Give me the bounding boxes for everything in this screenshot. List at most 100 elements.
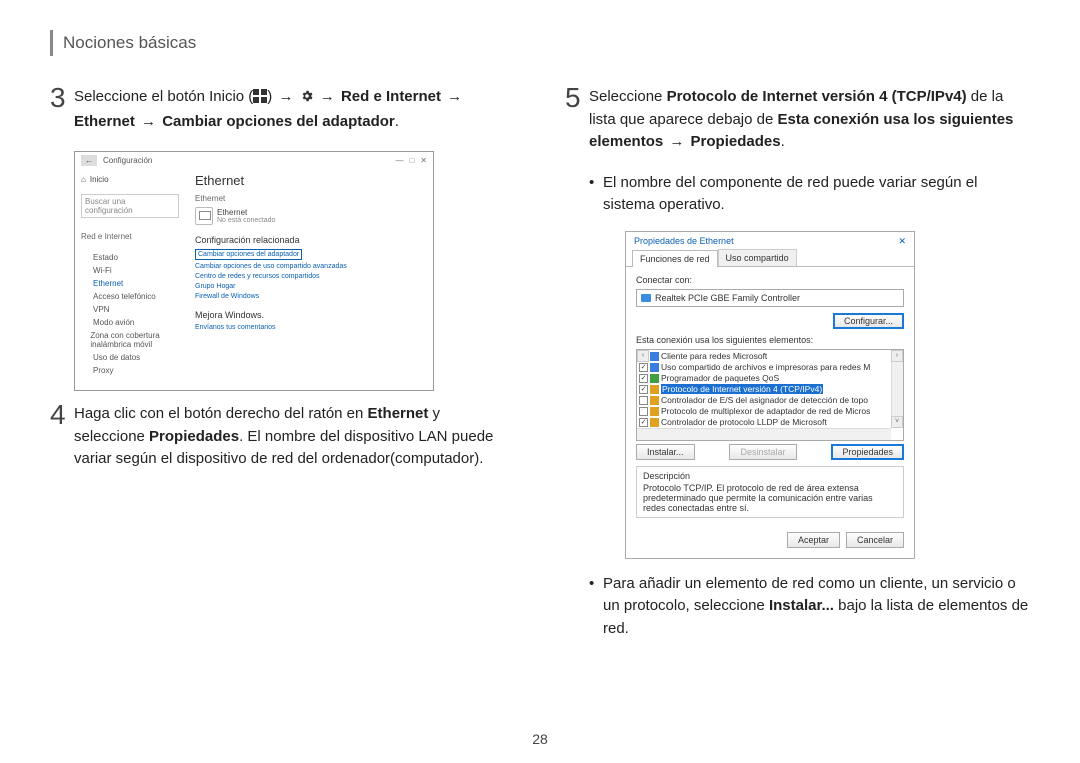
scroll-down-button[interactable]: ˅ bbox=[891, 416, 903, 428]
settings-link[interactable]: Centro de redes y recursos compartidos bbox=[195, 273, 423, 280]
settings-link[interactable]: Grupo Hogar bbox=[195, 283, 423, 290]
component-label: Uso compartido de archivos e impresoras … bbox=[661, 362, 870, 372]
uses-label: Esta conexión usa los siguientes element… bbox=[636, 335, 904, 345]
settings-main: Ethernet Ethernet Ethernet No está conec… bbox=[185, 169, 433, 390]
bullet-dot: • bbox=[589, 573, 603, 641]
sidebar-item[interactable]: Acceso telefónico bbox=[81, 290, 179, 303]
home-item[interactable]: ⌂ Inicio bbox=[81, 173, 179, 186]
step-text: Seleccione Protocolo de Internet versión… bbox=[589, 86, 1030, 154]
component-item[interactable]: ✓Controlador de protocolo LLDP de Micros… bbox=[637, 417, 903, 428]
sidebar-item-label: VPN bbox=[93, 305, 109, 314]
sidebar-item[interactable]: Ethernet bbox=[81, 277, 179, 290]
sidebar-item[interactable]: VPN bbox=[81, 303, 179, 316]
sidebar-item-label: Zona con cobertura inalámbrica móvil bbox=[90, 331, 179, 349]
component-item[interactable]: Protocolo de multiplexor de adaptador de… bbox=[637, 406, 903, 417]
component-item[interactable]: ✓Programador de paquetes QoS bbox=[637, 373, 903, 384]
component-item[interactable]: ✓ Protocolo de Internet versión 4 (TCP/IP… bbox=[637, 384, 903, 395]
adapter-field: Realtek PCIe GBE Family Controller bbox=[636, 289, 904, 307]
nav-icon bbox=[81, 293, 89, 301]
component-icon bbox=[650, 418, 659, 427]
nav-icon bbox=[81, 336, 86, 344]
accept-button[interactable]: Aceptar bbox=[787, 532, 840, 548]
bullet-dot: • bbox=[589, 172, 603, 217]
settings-sidebar: ⌂ Inicio Buscar una configuración Red e … bbox=[75, 169, 185, 390]
checkbox[interactable]: ✓ bbox=[639, 385, 648, 394]
sidebar-item[interactable]: Zona con cobertura inalámbrica móvil bbox=[81, 329, 179, 351]
sidebar-item[interactable]: Uso de datos bbox=[81, 351, 179, 364]
component-icon bbox=[650, 407, 659, 416]
sidebar-item-label: Modo avión bbox=[93, 318, 134, 327]
scroll-left-button[interactable]: ‹ bbox=[637, 350, 649, 362]
related-section: Configuración relacionada bbox=[195, 235, 423, 245]
description-box: Descripción Protocolo TCP/IP. El protoco… bbox=[636, 466, 904, 518]
left-column: 3 Seleccione el botón Inicio () → → Red … bbox=[50, 86, 515, 650]
uninstall-button[interactable]: Desinstalar bbox=[729, 444, 796, 460]
main-title: Ethernet bbox=[195, 173, 423, 188]
dialog-title: Propiedades de Ethernet bbox=[634, 236, 734, 247]
component-icon bbox=[650, 363, 659, 372]
component-label: Protocolo de multiplexor de adaptador de… bbox=[661, 406, 870, 416]
nav-icon bbox=[81, 306, 89, 314]
step-text: Seleccione el botón Inicio () → → Red e … bbox=[74, 86, 515, 133]
sidebar-item[interactable]: Modo avión bbox=[81, 316, 179, 329]
tab-sharing[interactable]: Uso compartido bbox=[718, 249, 797, 266]
checkbox[interactable] bbox=[639, 407, 648, 416]
component-label: Cliente para redes Microsoft bbox=[661, 351, 767, 361]
bullet-note-1: • El nombre del componente de red puede … bbox=[589, 172, 1030, 217]
tab-networking[interactable]: Funciones de red bbox=[632, 250, 718, 267]
component-item[interactable]: Controlador de E/S del asignador de dete… bbox=[637, 395, 903, 406]
ethernet-properties-dialog: Propiedades de Ethernet ✕ Funciones de r… bbox=[625, 231, 915, 559]
scrollbar-horizontal[interactable] bbox=[637, 428, 891, 440]
sidebar-item-label: Ethernet bbox=[93, 279, 123, 288]
checkbox[interactable] bbox=[639, 396, 648, 405]
right-column: 5 Seleccione Protocolo de Internet versi… bbox=[565, 86, 1030, 650]
connect-with-label: Conectar con: bbox=[636, 275, 904, 285]
titlebar: ← Configuración — □ ✕ bbox=[75, 152, 433, 169]
home-icon: ⌂ bbox=[81, 175, 86, 184]
close-button[interactable]: ✕ bbox=[420, 156, 427, 165]
page-number: 28 bbox=[0, 731, 1080, 747]
minimize-button[interactable]: — bbox=[395, 156, 403, 165]
settings-link[interactable]: Firewall de Windows bbox=[195, 293, 423, 300]
component-item[interactable]: ✓Cliente para redes Microsoft bbox=[637, 351, 903, 362]
component-item[interactable]: ✓ Uso compartido de archivos e impresoras… bbox=[637, 362, 903, 373]
component-icon bbox=[650, 385, 659, 394]
component-icon bbox=[650, 352, 659, 361]
sidebar-item-label: Wi-Fi bbox=[93, 266, 112, 275]
sidebar-item[interactable]: Proxy bbox=[81, 364, 179, 377]
ethernet-row[interactable]: Ethernet No está conectado bbox=[195, 207, 423, 225]
cancel-button[interactable]: Cancelar bbox=[846, 532, 904, 548]
properties-button[interactable]: Propiedades bbox=[831, 444, 904, 460]
step-number: 5 bbox=[565, 84, 589, 112]
nav-icon bbox=[81, 267, 89, 275]
sidebar-item[interactable]: Wi-Fi bbox=[81, 264, 179, 277]
sidebar-item-label: Acceso telefónico bbox=[93, 292, 156, 301]
maximize-button[interactable]: □ bbox=[409, 156, 414, 165]
nav-icon bbox=[81, 354, 89, 362]
components-listbox[interactable]: ✓Cliente para redes Microsoft✓Uso compar… bbox=[636, 349, 904, 441]
checkbox[interactable]: ✓ bbox=[639, 363, 648, 372]
settings-link[interactable]: Cambiar opciones de uso compartido avanz… bbox=[195, 263, 423, 270]
sidebar-item-label: Estado bbox=[93, 253, 118, 262]
component-label: Protocolo de Internet versión 4 (TCP/IPv… bbox=[661, 384, 823, 394]
component-icon bbox=[650, 396, 659, 405]
component-icon bbox=[650, 374, 659, 383]
configure-button[interactable]: Configurar... bbox=[833, 313, 904, 329]
feedback-link[interactable]: Envíanos tus comentarios bbox=[195, 324, 423, 331]
search-input[interactable]: Buscar una configuración bbox=[81, 194, 179, 218]
sidebar-item-label: Uso de datos bbox=[93, 353, 140, 362]
bullet-note-2: • Para añadir un elemento de red como un… bbox=[589, 573, 1030, 641]
step-number: 4 bbox=[50, 401, 74, 429]
step-3: 3 Seleccione el botón Inicio () → → Red … bbox=[50, 86, 515, 133]
settings-link[interactable]: Cambiar opciones del adaptador bbox=[195, 249, 302, 260]
back-button[interactable]: ← bbox=[81, 155, 97, 166]
nav-icon bbox=[81, 319, 89, 327]
window-title: Configuración bbox=[103, 156, 152, 165]
close-icon[interactable]: ✕ bbox=[898, 236, 906, 247]
settings-window: ← Configuración — □ ✕ ⌂ Inicio bbox=[74, 151, 434, 391]
install-button[interactable]: Instalar... bbox=[636, 444, 695, 460]
checkbox[interactable]: ✓ bbox=[639, 374, 648, 383]
scroll-right-button[interactable]: › bbox=[891, 350, 903, 362]
sidebar-item[interactable]: Estado bbox=[81, 251, 179, 264]
checkbox[interactable]: ✓ bbox=[639, 418, 648, 427]
